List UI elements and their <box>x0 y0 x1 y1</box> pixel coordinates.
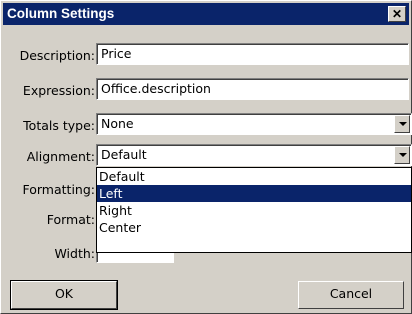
alignment-select[interactable]: Default <box>96 144 412 166</box>
alignment-option[interactable]: Default <box>97 168 411 185</box>
alignment-option[interactable]: Right <box>97 202 411 219</box>
alignment-dropdown-button[interactable] <box>394 146 410 164</box>
totals-type-value: None <box>101 116 134 131</box>
format-label: Format: <box>46 212 95 227</box>
formatting-label: Formatting: <box>22 182 96 197</box>
alignment-value: Default <box>101 147 147 162</box>
totals-type-dropdown-button[interactable] <box>394 115 410 133</box>
description-field[interactable]: Price <box>96 43 409 65</box>
close-icon: ✕ <box>391 7 403 21</box>
totals-type-label: Totals type: <box>23 118 95 133</box>
title-bar[interactable]: Column Settings ✕ <box>3 3 409 25</box>
cancel-button[interactable]: Cancel <box>298 281 404 309</box>
close-button[interactable]: ✕ <box>388 6 406 22</box>
totals-type-select[interactable]: None <box>96 113 412 135</box>
alignment-option-selected[interactable]: Left <box>97 185 411 202</box>
alignment-dropdown-list: Default Left Right Center <box>96 167 412 253</box>
width-label: Width: <box>54 246 95 261</box>
alignment-option[interactable]: Center <box>97 219 411 236</box>
ok-button[interactable]: OK <box>10 280 118 310</box>
expression-field[interactable]: Office.description <box>96 78 409 100</box>
description-label: Description: <box>19 48 95 63</box>
dialog-title: Column Settings <box>7 6 115 21</box>
column-settings-dialog: Column Settings ✕ Description: Price Exp… <box>0 0 412 314</box>
alignment-label: Alignment: <box>26 149 95 164</box>
expression-label: Expression: <box>22 83 95 98</box>
